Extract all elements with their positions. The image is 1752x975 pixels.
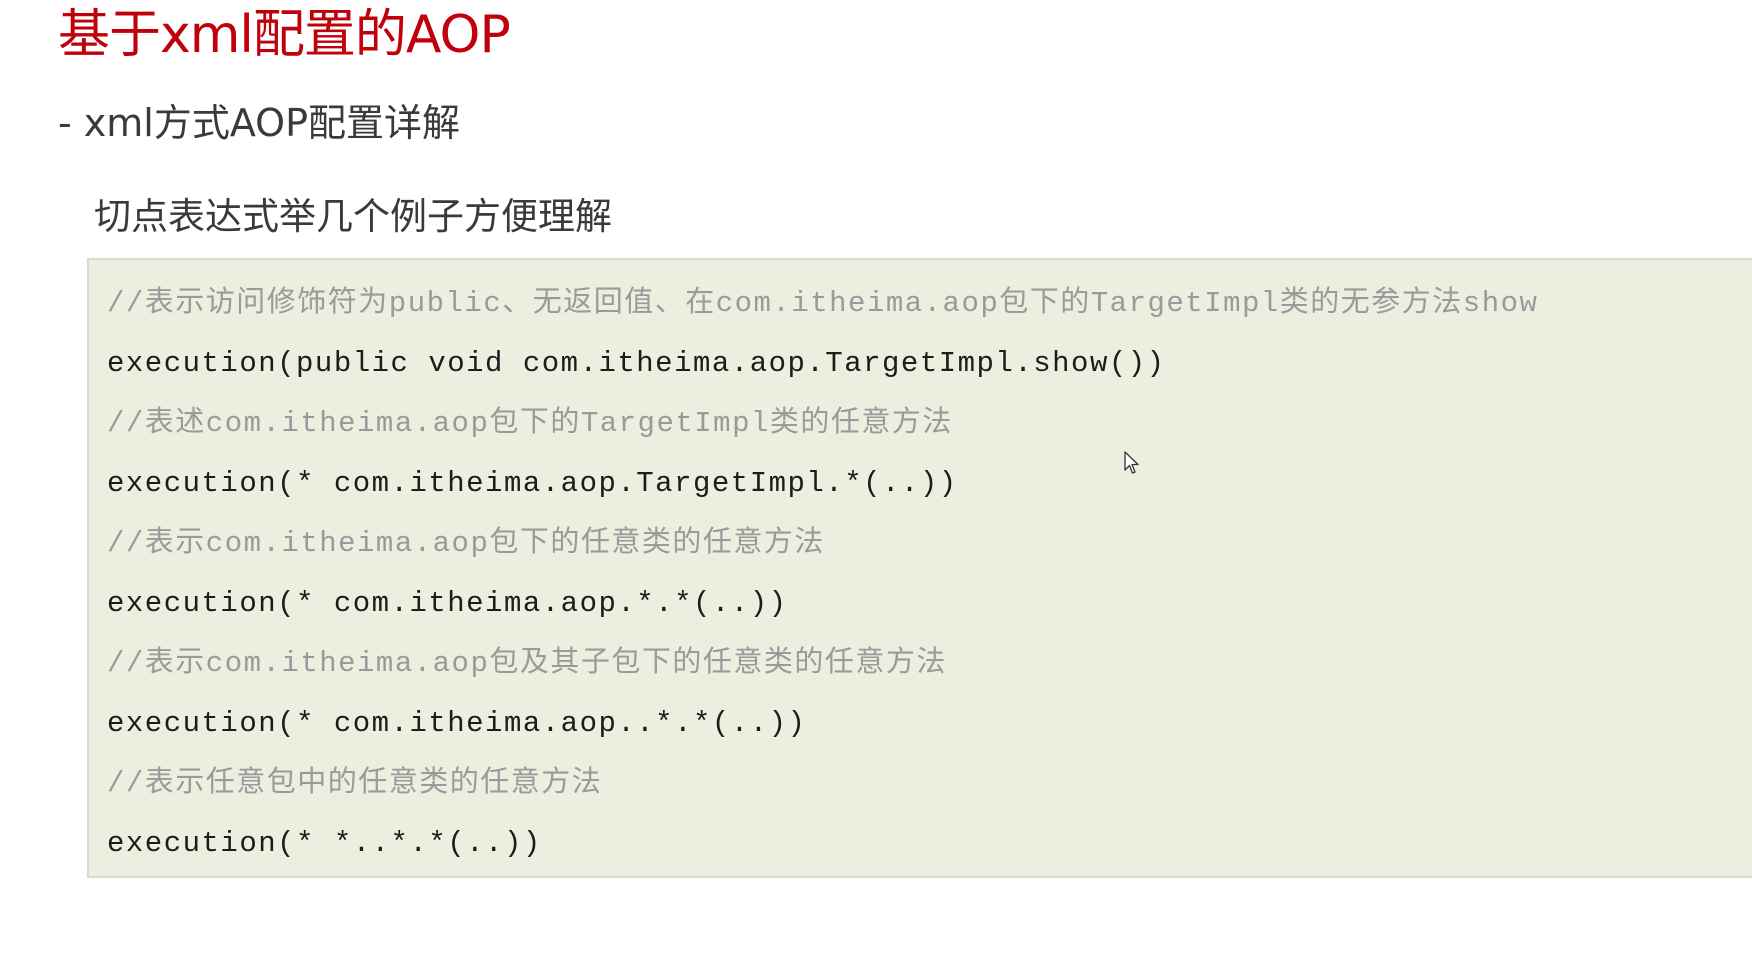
sub-heading: 切点表达式举几个例子方便理解 xyxy=(94,195,612,238)
code-line: execution(* com.itheima.aop..*.*(..)) xyxy=(107,707,807,740)
code-line: execution(* *..*.*(..)) xyxy=(107,827,542,860)
code-comment-line: //表示com.itheima.aop包及其子包下的任意类的任意方法 xyxy=(107,647,947,680)
slide-title: 基于xml配置的AOP xyxy=(58,5,511,65)
code-line: execution(public void com.itheima.aop.Ta… xyxy=(107,347,1166,380)
mouse-pointer-icon xyxy=(1124,451,1139,474)
code-block: //表示访问修饰符为public、无返回值、在com.itheima.aop包下… xyxy=(87,258,1752,878)
section-heading: - xml方式AOP配置详解 xyxy=(58,101,461,145)
code-comment-line: //表示访问修饰符为public、无返回值、在com.itheima.aop包下… xyxy=(107,287,1539,320)
code-comment-line: //表述com.itheima.aop包下的TargetImpl类的任意方法 xyxy=(107,407,953,440)
code-line: execution(* com.itheima.aop.*.*(..)) xyxy=(107,587,788,620)
code-comment-line: //表示com.itheima.aop包下的任意类的任意方法 xyxy=(107,527,825,560)
code-comment-line: //表示任意包中的任意类的任意方法 xyxy=(107,767,603,800)
code-line: execution(* com.itheima.aop.TargetImpl.*… xyxy=(107,467,958,500)
